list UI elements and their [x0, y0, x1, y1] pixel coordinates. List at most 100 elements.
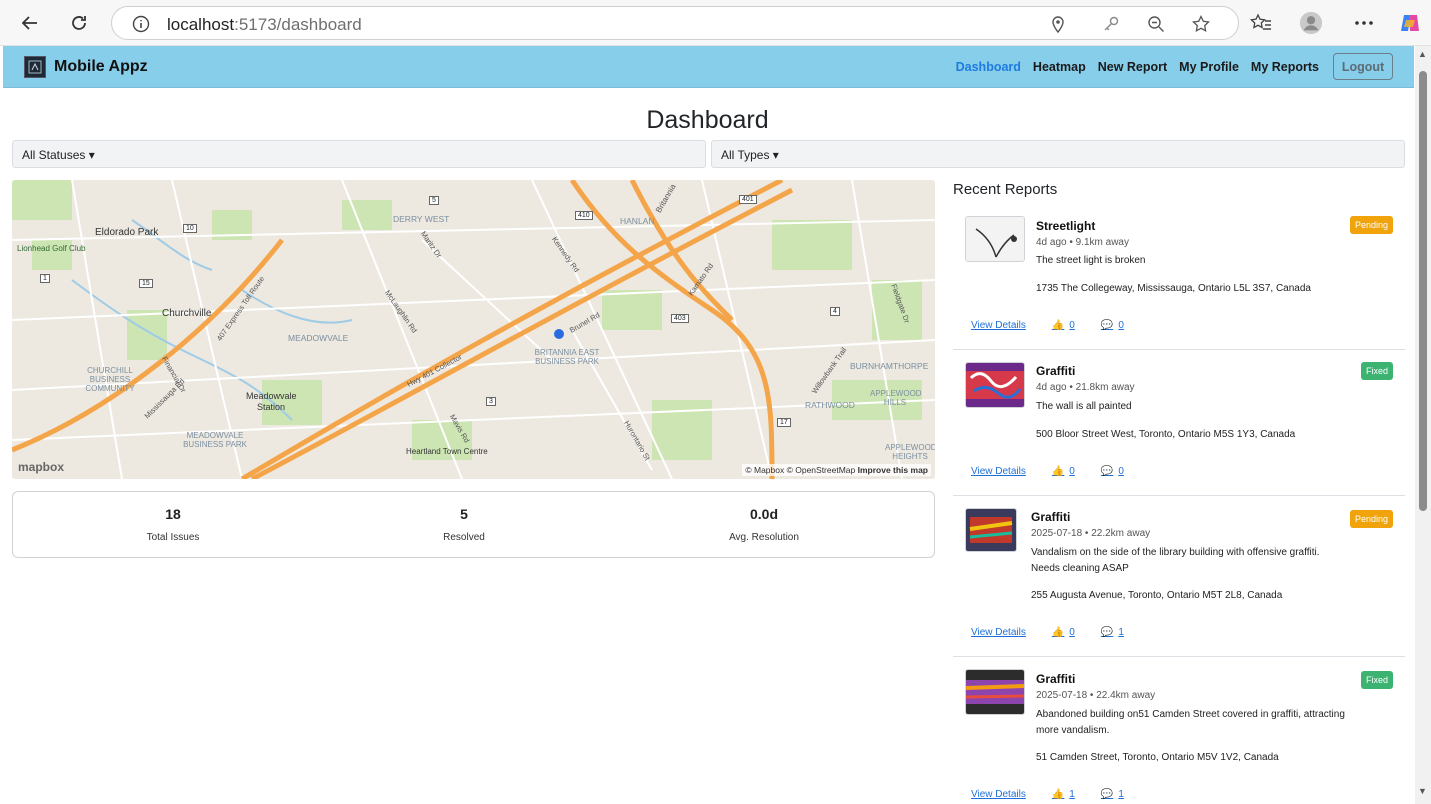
- back-icon[interactable]: [16, 9, 44, 37]
- map-label: APPLEWOOD HEIGHTS: [885, 443, 935, 461]
- copilot-icon[interactable]: [1398, 11, 1422, 35]
- stats-card: 18 Total Issues 5 Resolved 0.0d Avg. Res…: [12, 491, 935, 558]
- report-title[interactable]: Graffiti: [1036, 364, 1075, 378]
- map-label: Heartland Town Centre: [406, 447, 488, 456]
- comment-button[interactable]: 💬 0: [1101, 466, 1124, 477]
- report-title[interactable]: Streetlight: [1036, 219, 1095, 233]
- map-label: Eldorado Park: [95, 227, 159, 238]
- refresh-icon[interactable]: [65, 9, 93, 37]
- report-meta: 2025-07-18 • 22.4km away: [1036, 690, 1156, 701]
- like-button[interactable]: 👍 0: [1052, 320, 1075, 331]
- url-text: localhost:5173/dashboard: [167, 15, 362, 34]
- map-label: BRITANNIA EAST BUSINESS PARK: [534, 348, 600, 366]
- stat-value: 5: [460, 506, 468, 522]
- highway-shield: 15: [139, 279, 153, 288]
- thumbs-up-icon: 👍: [1051, 627, 1065, 638]
- highway-shield: 4: [830, 307, 840, 316]
- attribution-text[interactable]: © Mapbox © OpenStreetMap: [745, 465, 855, 475]
- report-actions: View Details 👍 0 💬 0: [971, 466, 1124, 477]
- stat-label: Avg. Resolution: [729, 532, 799, 543]
- comment-button[interactable]: 💬 1: [1101, 627, 1124, 638]
- app-navbar: Mobile Appz Dashboard Heatmap New Report…: [3, 46, 1414, 88]
- like-button[interactable]: 👍 1: [1052, 789, 1075, 800]
- logout-button[interactable]: Logout: [1333, 53, 1393, 80]
- main-nav: Dashboard Heatmap New Report My Profile …: [956, 60, 1319, 74]
- browser-toolbar: localhost:5173/dashboard: [0, 0, 1431, 46]
- page-scrollbar[interactable]: ▲ ▼: [1415, 46, 1431, 804]
- caret-down-icon: ▾: [85, 148, 95, 162]
- report-card: Graffiti 2025-07-18 • 22.4km away Fixed …: [953, 657, 1405, 804]
- comment-button[interactable]: 💬 0: [1101, 320, 1124, 331]
- map-label: Meadowvale Station: [246, 391, 297, 412]
- nav-my-reports[interactable]: My Reports: [1251, 60, 1319, 74]
- scroll-down-icon[interactable]: ▼: [1418, 786, 1427, 796]
- scroll-up-icon[interactable]: ▲: [1418, 49, 1427, 59]
- map-label: BURNHAMTHORPE: [850, 361, 929, 371]
- comment-count: 0: [1118, 466, 1124, 477]
- report-title[interactable]: Graffiti: [1031, 510, 1070, 524]
- report-thumbnail[interactable]: [965, 508, 1017, 552]
- highway-shield: 410: [575, 211, 593, 220]
- like-button[interactable]: 👍 0: [1052, 466, 1075, 477]
- status-badge: Fixed: [1360, 671, 1393, 689]
- nav-new-report[interactable]: New Report: [1098, 60, 1167, 74]
- info-icon[interactable]: [132, 15, 150, 33]
- like-button[interactable]: 👍 0: [1052, 627, 1075, 638]
- stat-total-issues: 18 Total Issues: [73, 506, 273, 543]
- comment-count: 0: [1118, 320, 1124, 331]
- comment-icon: 💬: [1100, 789, 1114, 800]
- report-meta: 4d ago • 21.8km away: [1036, 382, 1135, 393]
- app-logo[interactable]: [24, 56, 46, 78]
- nav-dashboard[interactable]: Dashboard: [956, 60, 1021, 74]
- more-options-icon[interactable]: [1352, 11, 1376, 35]
- scroll-thumb[interactable]: [1419, 71, 1427, 511]
- favorite-star-icon[interactable]: [1192, 15, 1210, 33]
- report-marker[interactable]: [554, 329, 564, 339]
- view-details-link[interactable]: View Details: [971, 627, 1026, 638]
- comment-icon: 💬: [1100, 320, 1114, 331]
- report-title[interactable]: Graffiti: [1036, 672, 1075, 686]
- favorites-icon[interactable]: [1249, 11, 1273, 35]
- address-bar[interactable]: localhost:5173/dashboard: [111, 6, 1239, 40]
- report-thumbnail[interactable]: [965, 216, 1025, 262]
- nav-my-profile[interactable]: My Profile: [1179, 60, 1239, 74]
- map-label: HANLAN: [620, 216, 655, 226]
- map-label: MEADOWVALE: [288, 333, 349, 343]
- like-count: 1: [1069, 789, 1075, 800]
- profile-avatar-icon[interactable]: [1299, 11, 1323, 35]
- comment-icon: 💬: [1100, 466, 1114, 477]
- report-description: Vandalism on the side of the library bui…: [1031, 547, 1320, 574]
- report-card: Graffiti 4d ago • 21.8km away Fixed The …: [953, 350, 1405, 496]
- nav-heatmap[interactable]: Heatmap: [1033, 60, 1086, 74]
- map-label: APPLEWOOD HILLS: [870, 389, 922, 407]
- mapbox-logo[interactable]: mapbox: [18, 460, 64, 474]
- view-details-link[interactable]: View Details: [971, 789, 1026, 800]
- report-description: The street light is broken: [1036, 255, 1146, 266]
- view-details-link[interactable]: View Details: [971, 320, 1026, 331]
- report-address: 51 Camden Street, Toronto, Ontario M5V 1…: [1036, 752, 1279, 763]
- brand-name[interactable]: Mobile Appz: [54, 58, 148, 76]
- stat-label: Resolved: [443, 532, 485, 543]
- status-badge: Pending: [1349, 510, 1393, 528]
- view-details-link[interactable]: View Details: [971, 466, 1026, 477]
- highway-shield: 401: [739, 195, 757, 204]
- key-icon[interactable]: [1102, 15, 1120, 33]
- highway-shield: 5: [429, 196, 439, 205]
- report-thumbnail[interactable]: [965, 669, 1025, 715]
- map-label: RATHWOOD: [805, 400, 855, 410]
- report-address: 500 Bloor Street West, Toronto, Ontario …: [1036, 429, 1296, 440]
- status-badge: Fixed: [1360, 362, 1393, 380]
- type-filter-dropdown[interactable]: All Types ▾: [711, 140, 1405, 168]
- status-filter-dropdown[interactable]: All Statuses ▾: [12, 140, 706, 168]
- report-thumbnail[interactable]: [965, 362, 1025, 408]
- report-actions: View Details 👍 0 💬 0: [971, 320, 1124, 331]
- location-icon[interactable]: [1049, 15, 1067, 33]
- status-badge: Pending: [1349, 216, 1393, 234]
- issues-map[interactable]: Eldorado Park Lionhead Golf Club Churchv…: [12, 180, 935, 479]
- improve-map-link[interactable]: Improve this map: [858, 465, 928, 475]
- report-address: 255 Augusta Avenue, Toronto, Ontario M5T…: [1031, 590, 1283, 601]
- report-meta: 4d ago • 9.1km away: [1036, 237, 1129, 248]
- comment-button[interactable]: 💬 1: [1101, 789, 1124, 800]
- zoom-icon[interactable]: [1147, 15, 1165, 33]
- comment-count: 1: [1118, 789, 1124, 800]
